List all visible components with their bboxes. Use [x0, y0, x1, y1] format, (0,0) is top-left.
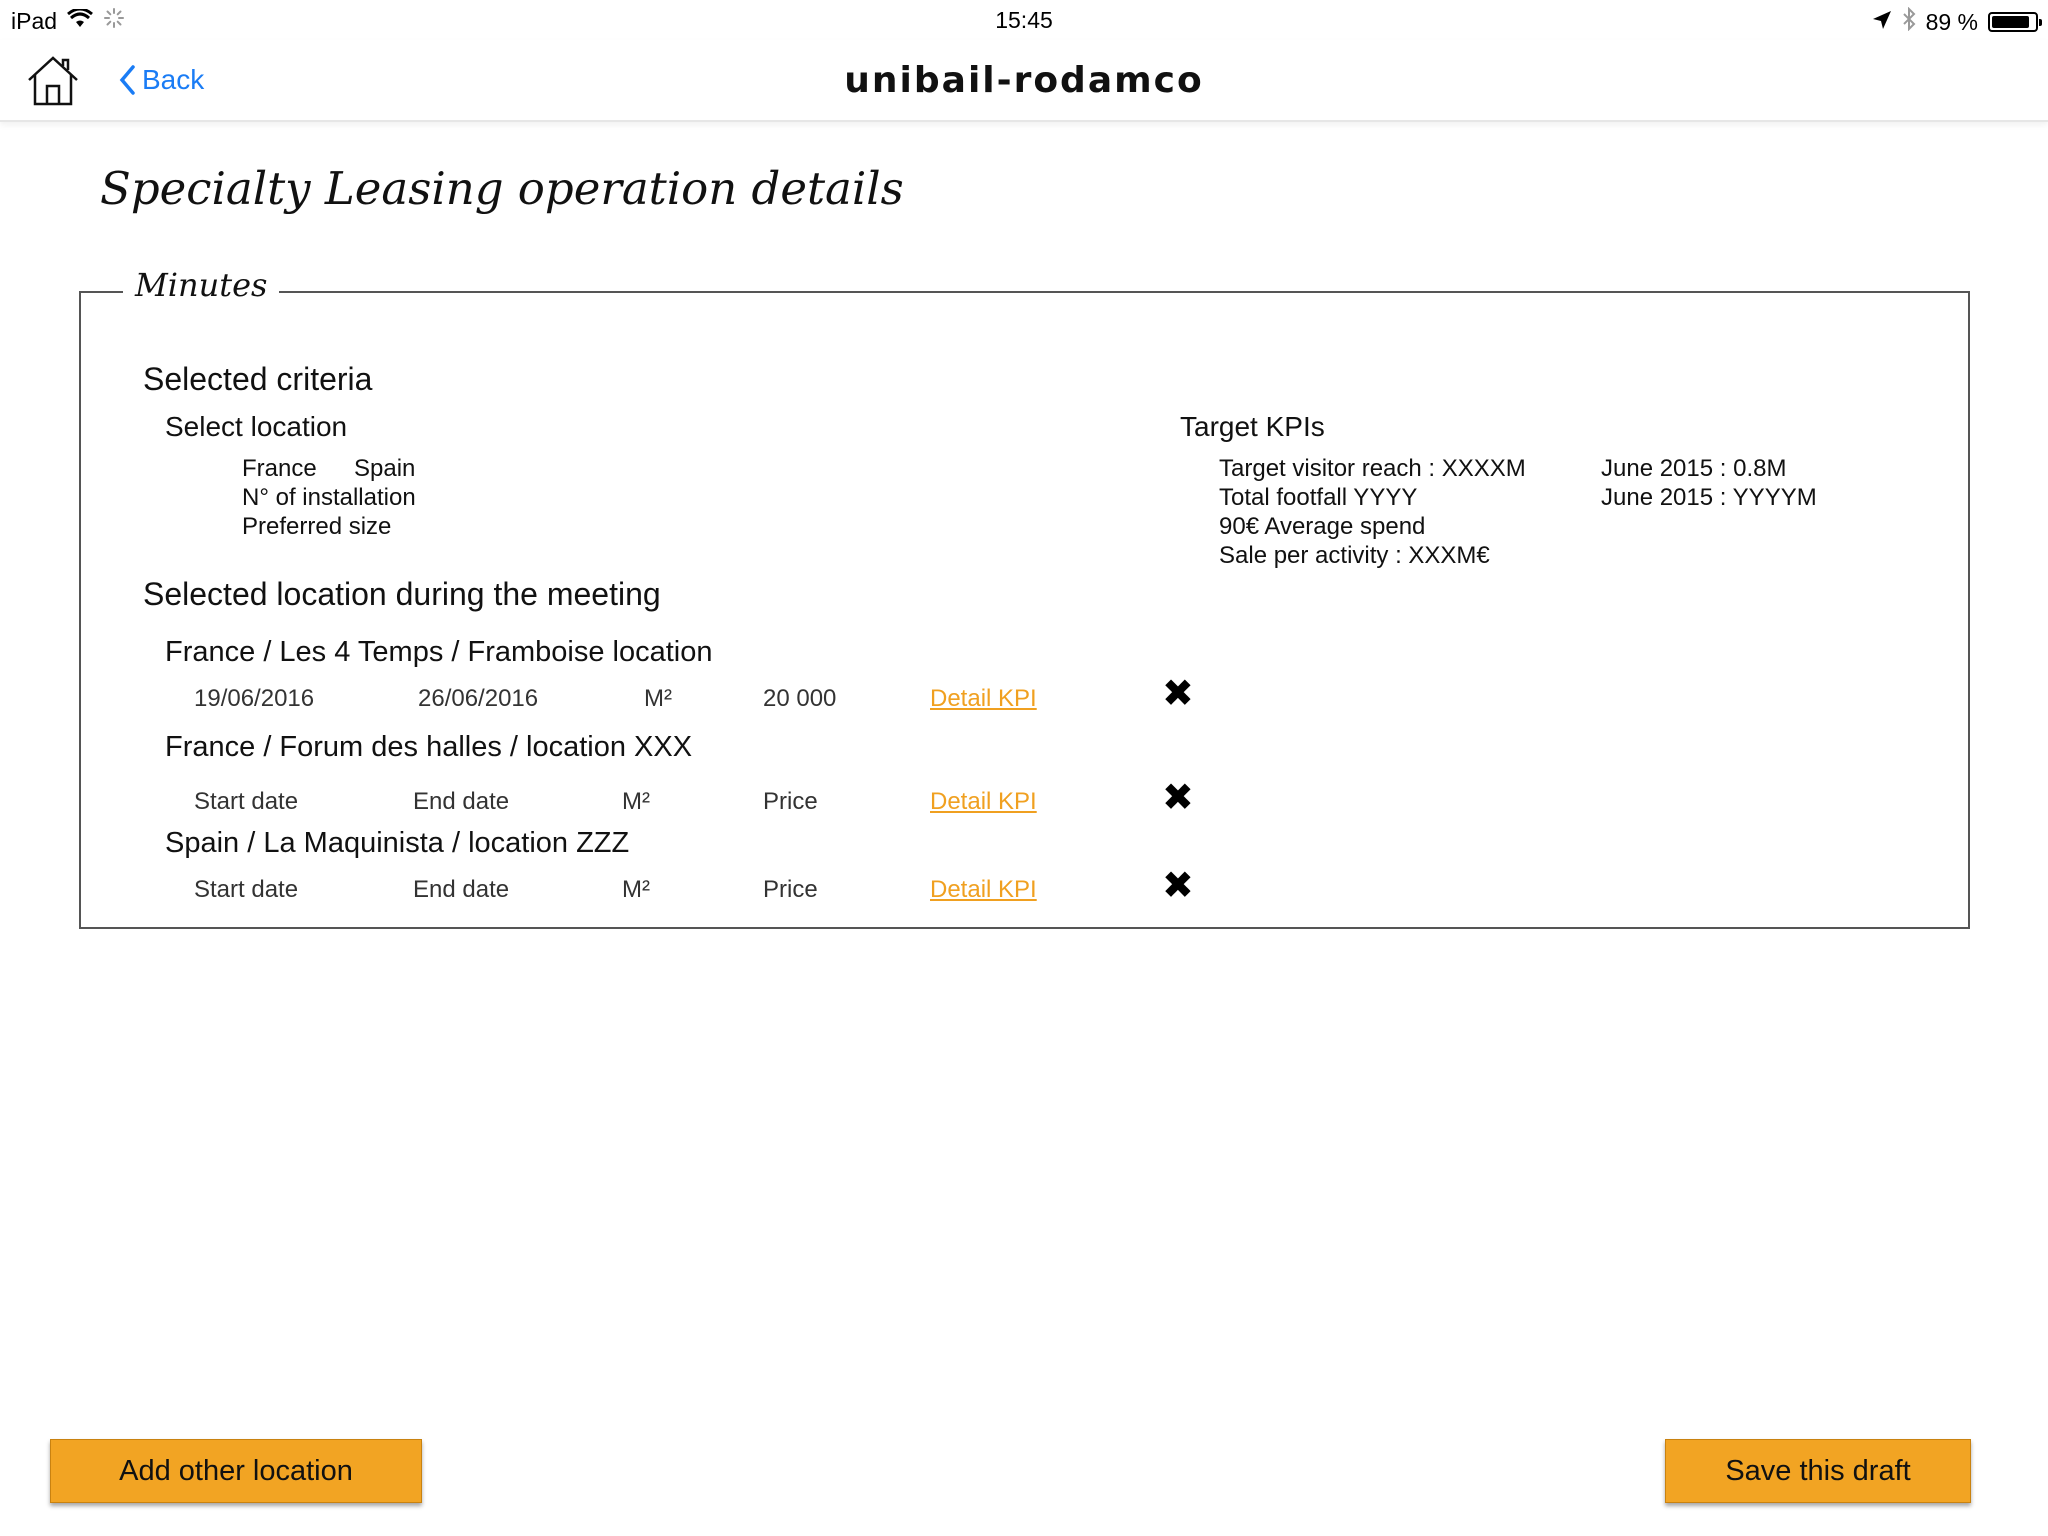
battery-percent: 89 %	[1925, 8, 1978, 35]
select-location-heading: Select location	[165, 411, 348, 442]
kpi-reference-1: June 2015 : 0.8M	[1601, 455, 1787, 482]
target-kpis-heading: Target KPIs	[1180, 411, 1325, 442]
status-right: 89 %	[1872, 6, 2042, 37]
detail-kpi-link[interactable]: Detail KPI	[930, 876, 1037, 904]
nav-bar: Back unibail-rodamco	[0, 40, 2048, 122]
detail-kpi-link[interactable]: Detail KPI	[930, 788, 1037, 816]
selected-locations-heading: Selected location during the meeting	[143, 576, 661, 612]
status-time: 15:45	[995, 7, 1053, 33]
kpi-reference-2: June 2015 : YYYYM	[1601, 484, 1817, 511]
location-start-date[interactable]: Start date	[194, 876, 298, 904]
location-end-date[interactable]: End date	[413, 876, 509, 904]
location-area[interactable]: M²	[644, 685, 672, 713]
location-title: France / Forum des halles / location XXX	[165, 731, 693, 763]
kpi-visitor-reach: Target visitor reach : XXXXM	[1219, 455, 1526, 482]
selected-criteria-heading: Selected criteria	[143, 361, 373, 397]
save-draft-button[interactable]: Save this draft	[1665, 1439, 1971, 1503]
page-title: Specialty Leasing operation details	[100, 162, 904, 215]
location-arrow-icon	[1872, 9, 1892, 36]
location-title: France / Les 4 Temps / Framboise locatio…	[165, 636, 713, 668]
battery-icon	[1988, 12, 2042, 32]
remove-location-icon[interactable]: ✖	[1162, 778, 1194, 816]
location-area[interactable]: M²	[622, 876, 650, 904]
location-start-date[interactable]: Start date	[194, 788, 298, 816]
add-location-label: Add other location	[119, 1454, 353, 1487]
location-end-date[interactable]: End date	[413, 788, 509, 816]
country-spain: Spain	[354, 455, 416, 482]
preferred-size: Preferred size	[242, 513, 392, 540]
location-price[interactable]: 20 000	[763, 685, 836, 713]
app-title: unibail-rodamco	[844, 60, 1204, 101]
status-bar: iPad 15:45 89 %	[0, 0, 2048, 40]
kpi-average-spend: 90€ Average spend	[1219, 513, 1426, 540]
save-draft-label: Save this draft	[1725, 1454, 1911, 1487]
add-location-button[interactable]: Add other location	[50, 1439, 422, 1503]
location-start-date[interactable]: 19/06/2016	[194, 685, 314, 713]
location-price[interactable]: Price	[763, 788, 818, 816]
location-area[interactable]: M²	[622, 788, 650, 816]
location-price[interactable]: Price	[763, 876, 818, 904]
remove-location-icon[interactable]: ✖	[1162, 866, 1194, 904]
installation-count: N° of installation	[242, 484, 416, 511]
detail-kpi-link[interactable]: Detail KPI	[930, 685, 1037, 713]
kpi-total-footfall: Total footfall YYYY	[1219, 484, 1418, 511]
bluetooth-icon	[1902, 6, 1916, 37]
remove-location-icon[interactable]: ✖	[1162, 674, 1194, 712]
country-france: France	[242, 455, 317, 482]
location-title: Spain / La Maquinista / location ZZZ	[165, 827, 630, 859]
location-end-date[interactable]: 26/06/2016	[418, 685, 538, 713]
minutes-legend: Minutes	[123, 266, 280, 304]
kpi-sale-per-activity: Sale per activity : XXXM€	[1219, 542, 1490, 569]
